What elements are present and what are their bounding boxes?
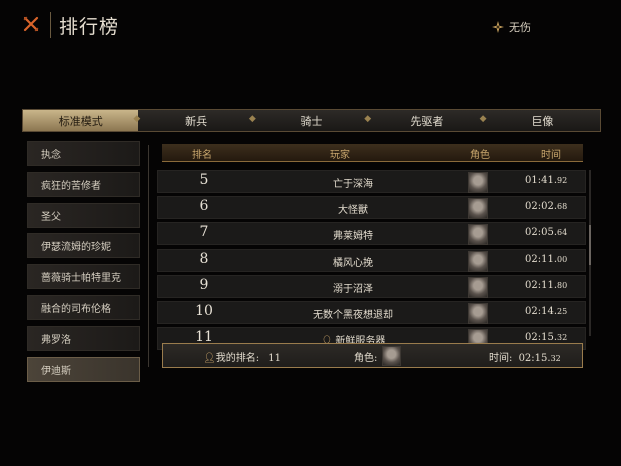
time-cell: 02:15.32 [525,332,567,343]
player-name: 无数个黑夜想退却 [313,309,393,321]
close-icon [23,16,39,32]
time-ms: 00 [557,254,568,264]
time-ms: 25 [557,306,568,316]
my-rank-bar: 👤︎我的排名: 11 角色: 时间: 02:15.32 [162,343,583,368]
character-portrait [468,250,488,272]
player-name: 大怪獸 [338,205,368,217]
time-ms: 32 [557,333,568,343]
my-rank: 👤︎我的排名: 11 [203,349,281,364]
character-portrait [468,302,488,324]
table-row[interactable]: 9 溺于沼泽 02:11.80 [157,274,586,298]
table-row[interactable]: 10 无数个黑夜想退却 02:14.25 [157,300,586,324]
player-cell: 亡于深海 [263,175,443,190]
sidebar-scrollbar[interactable] [148,145,149,367]
compass-star-icon [492,21,504,33]
rank-cell: 5 [199,172,209,188]
table-row[interactable]: 8 橘风心挽 02:11.00 [157,248,586,272]
tab-standard-mode[interactable]: 标准模式 [23,110,139,131]
time-cell: 02:11.00 [525,254,567,265]
time-cell: 02:05.64 [525,227,567,238]
time-ms: 92 [557,176,568,185]
character-portrait [468,198,488,220]
rank-cell: 10 [195,302,213,319]
leaderboard-scroll-thumb[interactable] [589,225,591,265]
time-cell: 02:14.25 [525,306,567,317]
table-row[interactable]: 7 弗莱姆特 02:05.64 [157,222,586,246]
player-cell: 大怪獸 [263,201,443,216]
header-rank: 排名 [192,150,212,161]
my-time-label: 时间: [489,353,513,364]
rank-cell: 8 [199,250,209,267]
table-row[interactable]: 6 大怪獸 02:02.68 [157,196,586,220]
tab-knight[interactable]: 骑士 [249,110,369,131]
player-name: 弗莱姆特 [333,231,373,243]
close-button[interactable] [20,13,42,35]
sidebar-item-obsession[interactable]: 执念 [27,141,140,166]
rank-cell: 9 [199,276,209,293]
player-name: 溺于沼泽 [333,283,373,295]
player-cell: 溺于沼泽 [263,280,443,295]
player-cell: 橘风心挽 [263,254,443,269]
title-divider [50,12,51,38]
my-character-portrait [382,346,401,366]
table-row[interactable]: 5 亡于深海 01:41.92 [157,170,586,193]
page-title: 排行榜 [59,16,120,38]
my-time: 时间: 02:15.32 [489,349,561,364]
time-main: 02:02. [525,201,557,213]
my-character-label: 角色: [354,353,378,364]
time-ms: 68 [557,202,568,212]
time-cell: 02:11.80 [525,280,567,291]
time-cell: 01:41.92 [525,175,567,186]
rank-cell: 6 [199,198,209,215]
header-time: 时间 [541,150,561,161]
time-main: 02:15. [525,332,557,344]
header-character: 角色 [470,150,490,161]
time-main: 02:05. [525,227,557,239]
character-portrait [468,172,488,193]
character-portrait [468,276,488,298]
my-time-ms: 32 [550,354,561,363]
sidebar-item-mad-penitent[interactable]: 疯狂的苦修者 [27,171,140,197]
no-damage-status: 无伤 [492,19,531,35]
my-rank-label: 我的排名: [215,353,260,364]
time-ms: 80 [557,280,568,290]
tab-recruit[interactable]: 新兵 [133,110,253,131]
leaderboard-rows: 5 亡于深海 01:41.92 6 大怪獸 02:02.68 7 弗莱姆特 02… [157,170,586,353]
player-cell: 弗莱姆特 [263,227,443,242]
sidebar-item-jenny[interactable]: 伊瑟流姆的珍妮 [27,233,140,259]
character-portrait [468,224,488,246]
leaderboard-header: 排名 玩家 角色 时间 [162,144,583,162]
time-ms: 64 [557,228,568,238]
sidebar-item-holy-father[interactable]: 圣父 [27,202,140,228]
difficulty-tabs: 标准模式 新兵 骑士 先驱者 巨像 [22,109,601,132]
status-label: 无伤 [509,21,531,34]
time-main: 01:41. [525,175,557,186]
tab-colossus[interactable]: 巨像 [480,110,600,131]
boss-list: 执念 疯狂的苦修者 圣父 伊瑟流姆的珍妮 蔷薇骑士帕特里克 融合的司布伦格 弗罗… [27,141,140,387]
player-name: 橘风心挽 [333,257,373,269]
time-main: 02:14. [525,305,557,317]
player-cell: 无数个黑夜想退却 [263,306,443,321]
player-name: 亡于深海 [333,179,373,190]
time-main: 02:11. [525,253,557,265]
time-cell: 02:02.68 [525,201,567,212]
time-main: 02:11. [525,279,557,291]
header-player: 玩家 [330,150,350,161]
sidebar-item-frollo[interactable]: 弗罗洛 [27,325,140,351]
my-time-main: 02:15. [518,353,551,364]
rank-cell: 7 [199,224,209,241]
user-icon: 👤︎ [203,353,216,364]
sidebar-item-fused[interactable]: 融合的司布伦格 [27,294,140,320]
sidebar-item-edith[interactable]: 伊迪斯 [27,356,140,382]
tab-pioneer[interactable]: 先驱者 [364,110,484,131]
my-rank-value: 11 [268,353,281,364]
sidebar-item-rose-knight[interactable]: 蔷薇骑士帕特里克 [27,264,140,290]
